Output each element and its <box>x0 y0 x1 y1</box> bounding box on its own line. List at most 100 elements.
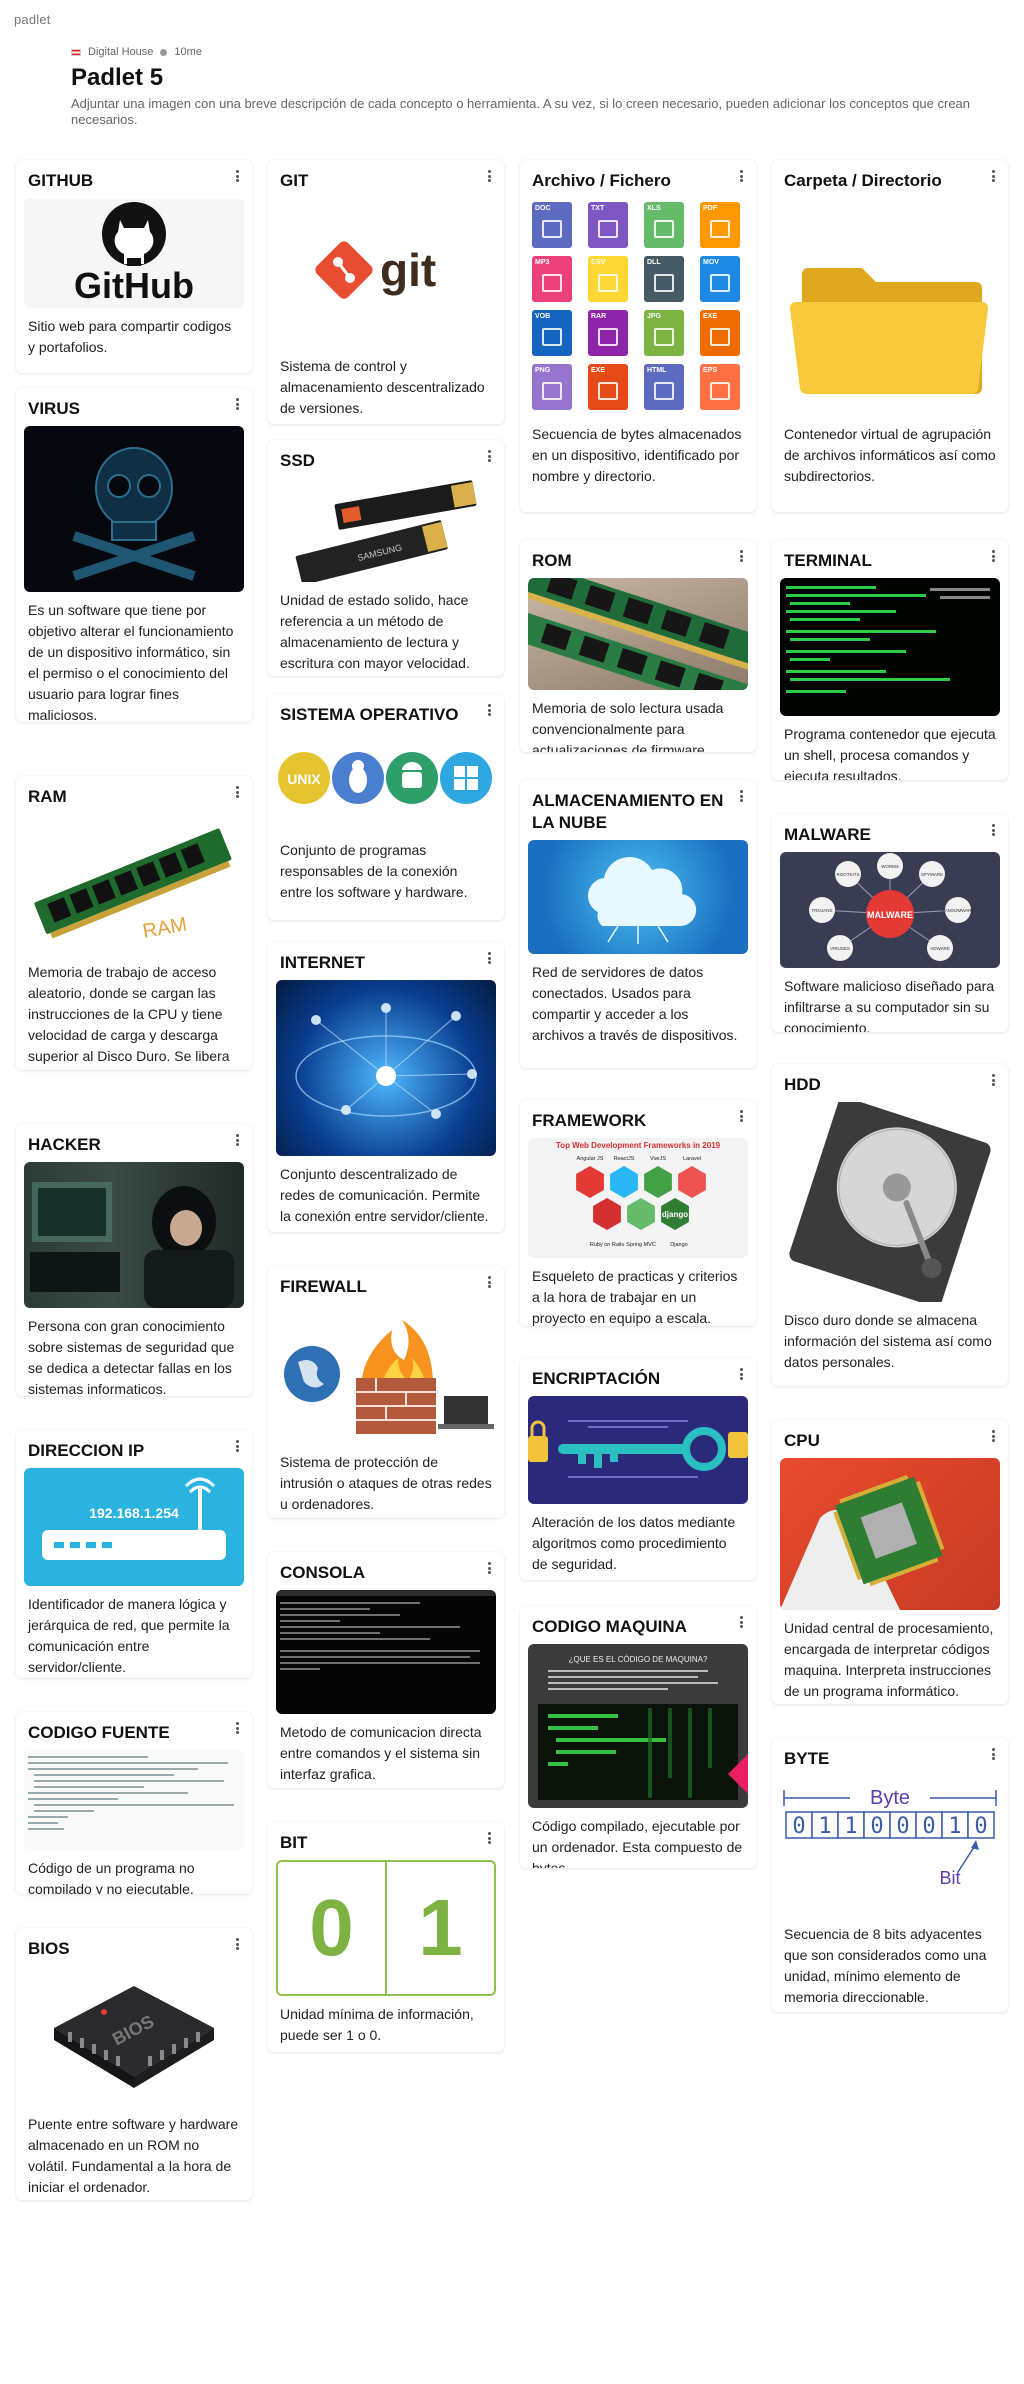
post-image-byte[interactable]: Byte Bit 01100010 <box>780 1776 1000 1916</box>
post-image-git[interactable]: git <box>276 198 496 348</box>
post-body: Unidad central de procesamiento, encarga… <box>784 1620 994 1699</box>
board-title: Padlet 5 <box>71 64 164 91</box>
post-internet[interactable]: INTERNET Conjunto descentralizado de red… <box>268 942 504 1232</box>
framework-label: Angular JS <box>577 1156 604 1162</box>
post-image-machine-code[interactable]: ¿QUE ES EL CÓDIGO DE MAQUINA? <box>528 1644 748 1808</box>
post-menu-icon[interactable] <box>734 1366 748 1382</box>
board-author[interactable]: Digital House <box>88 46 153 58</box>
post-firewall[interactable]: FIREWALL Sistema de protección de intrus… <box>268 1266 504 1518</box>
post-hdd[interactable]: HDD Disco duro donde se almacena informa… <box>772 1064 1008 1386</box>
post-body: Secuencia de 8 bits adyacentes que son c… <box>784 1926 987 2005</box>
post-menu-icon[interactable] <box>230 784 244 800</box>
post-image-internet[interactable] <box>276 980 496 1156</box>
post-bios[interactable]: BIOS BIOS Puente entre software y hardwa… <box>16 1928 252 2200</box>
post-menu-icon[interactable] <box>734 1108 748 1124</box>
file-glyph-icon <box>654 274 674 292</box>
file-glyph-icon <box>598 274 618 292</box>
post-rom[interactable]: ROM Memoria de solo lectura usada conven… <box>520 540 756 752</box>
post-menu-icon[interactable] <box>986 548 1000 564</box>
post-ssd[interactable]: SSD SAMSUNG Unidad de estado solido, hac… <box>268 440 504 676</box>
post-image-hdd[interactable] <box>780 1102 1000 1302</box>
post-image-bios[interactable]: BIOS <box>24 1966 244 2106</box>
post-menu-icon[interactable] <box>230 168 244 184</box>
post-virus[interactable]: VIRUS Es un software que tiene por objet… <box>16 388 252 722</box>
post-image-cloud[interactable] <box>528 840 748 954</box>
post-framework[interactable]: FRAMEWORK Top Web Development Frameworks… <box>520 1100 756 1326</box>
post-menu-icon[interactable] <box>482 1830 496 1846</box>
post-image-ssd[interactable]: SAMSUNG <box>276 478 496 582</box>
post-terminal[interactable]: TERMINAL Programa contenedor que ejecuta… <box>772 540 1008 780</box>
file-glyph-icon <box>542 328 562 346</box>
post-git[interactable]: GIT git Sistema de control y almacenamie… <box>268 160 504 424</box>
post-image-virus[interactable] <box>24 426 244 592</box>
byte-label: Byte <box>870 1787 910 1809</box>
post-image-os[interactable]: UNIX <box>276 732 496 832</box>
post-title: ENCRIPTACIÓN <box>532 1369 661 1388</box>
post-menu-icon[interactable] <box>482 448 496 464</box>
post-encriptacion[interactable]: ENCRIPTACIÓN Alteración de los datos med… <box>520 1358 756 1580</box>
post-cpu[interactable]: CPU Unidad central de procesamiento, enc… <box>772 1420 1008 1704</box>
post-menu-icon[interactable] <box>734 168 748 184</box>
post-menu-icon[interactable] <box>230 1720 244 1736</box>
post-menu-icon[interactable] <box>986 1746 1000 1762</box>
post-byte[interactable]: BYTE Byte Bit 01100010 Secuencia de 8 bi… <box>772 1738 1008 2012</box>
post-nube[interactable]: ALMACENAMIENTO EN LA NUBE Red de servido… <box>520 780 756 1068</box>
padlet-logo[interactable]: padlet <box>14 12 51 27</box>
post-menu-icon[interactable] <box>230 1936 244 1952</box>
post-menu-icon[interactable] <box>482 702 496 718</box>
post-menu-icon[interactable] <box>734 788 748 804</box>
post-github[interactable]: GITHUB GitHub Sitio web para compartir c… <box>16 160 252 373</box>
post-hacker[interactable]: HACKER Persona con gran conocimiento sob… <box>16 1124 252 1396</box>
post-image-file-types[interactable]: DOC TXT XLS PDF MP3 CSV DLL MOV VOB RAR JPG EXE PNG E… <box>528 198 748 416</box>
post-body: Alteración de los datos mediante algorit… <box>532 1514 736 1572</box>
framework-hexagon <box>576 1166 604 1198</box>
post-title: BYTE <box>784 1749 830 1768</box>
post-sistema-operativo[interactable]: SISTEMA OPERATIVO UNIX Conjunto de progr… <box>268 694 504 920</box>
post-image-folder[interactable] <box>780 198 1000 416</box>
post-image-malware[interactable]: MALWARE ROOTKITS WORMS SPYWARE TROJANS RANSO… <box>780 852 1000 968</box>
file-type-grid: DOC TXT XLS PDF MP3 CSV DLL MOV VOB RAR JPG EXE PNG E… <box>528 198 748 414</box>
machine-code-image-title: ¿QUE ES EL CÓDIGO DE MAQUINA? <box>569 1655 708 1664</box>
post-image-console[interactable] <box>276 1590 496 1714</box>
post-menu-icon[interactable] <box>734 548 748 564</box>
world-network-icon <box>295 1003 477 1119</box>
post-image-bit[interactable]: 0 1 <box>276 1860 496 1996</box>
file-type-label: VOB <box>535 313 551 320</box>
post-menu-icon[interactable] <box>482 1560 496 1576</box>
post-menu-icon[interactable] <box>230 1132 244 1148</box>
post-image-cpu[interactable] <box>780 1458 1000 1610</box>
post-menu-icon[interactable] <box>986 1428 1000 1444</box>
post-direccion-ip[interactable]: DIRECCION IP 192.168.1.254 Identificador… <box>16 1430 252 1678</box>
post-image-terminal[interactable] <box>780 578 1000 716</box>
bit-label: Bit <box>939 1868 960 1888</box>
post-menu-icon[interactable] <box>986 168 1000 184</box>
post-body: Persona con gran conocimiento sobre sist… <box>28 1318 235 1396</box>
post-carpeta[interactable]: Carpeta / Directorio Contenedor virtual … <box>772 160 1008 512</box>
post-ram[interactable]: RAM RAM Memoria de trabajo de acceso ale… <box>16 776 252 1070</box>
post-image-firewall[interactable] <box>276 1304 496 1444</box>
post-image-source-code[interactable] <box>24 1750 244 1850</box>
post-menu-icon[interactable] <box>986 822 1000 838</box>
post-image-hacker[interactable] <box>24 1162 244 1308</box>
post-menu-icon[interactable] <box>734 1614 748 1630</box>
post-codigo-maquina[interactable]: CODIGO MAQUINA ¿QUE ES EL CÓDIGO DE MAQU… <box>520 1606 756 1868</box>
post-menu-icon[interactable] <box>482 168 496 184</box>
post-menu-icon[interactable] <box>482 950 496 966</box>
post-menu-icon[interactable] <box>230 396 244 412</box>
post-image-github[interactable]: GitHub <box>24 198 244 308</box>
post-menu-icon[interactable] <box>482 1274 496 1290</box>
post-archivo[interactable]: Archivo / Fichero DOC TXT XLS PDF MP3 CSV DLL M… <box>520 160 756 512</box>
post-malware[interactable]: MALWARE MALWARE ROOTKITS WORMS SPYWARE TROJ… <box>772 814 1008 1032</box>
post-image-framework[interactable]: Top Web Development Frameworks in 2019 A… <box>528 1138 748 1258</box>
post-image-ip[interactable]: 192.168.1.254 <box>24 1468 244 1586</box>
post-bit[interactable]: BIT 0 1 Unidad mínima de información, pu… <box>268 1822 504 2052</box>
post-image-rom[interactable] <box>528 578 748 690</box>
post-title: Archivo / Fichero <box>532 171 671 190</box>
post-codigo-fuente[interactable]: CODIGO FUENTE Código de un programa no c… <box>16 1712 252 1894</box>
post-menu-icon[interactable] <box>986 1072 1000 1088</box>
post-body: Software malicioso diseñado para infiltr… <box>784 978 995 1032</box>
post-menu-icon[interactable] <box>230 1438 244 1454</box>
post-consola[interactable]: CONSOLA Metodo de comunicacion directa e… <box>268 1552 504 1788</box>
post-image-encryption[interactable] <box>528 1396 748 1504</box>
post-image-ram[interactable]: RAM <box>24 814 244 954</box>
